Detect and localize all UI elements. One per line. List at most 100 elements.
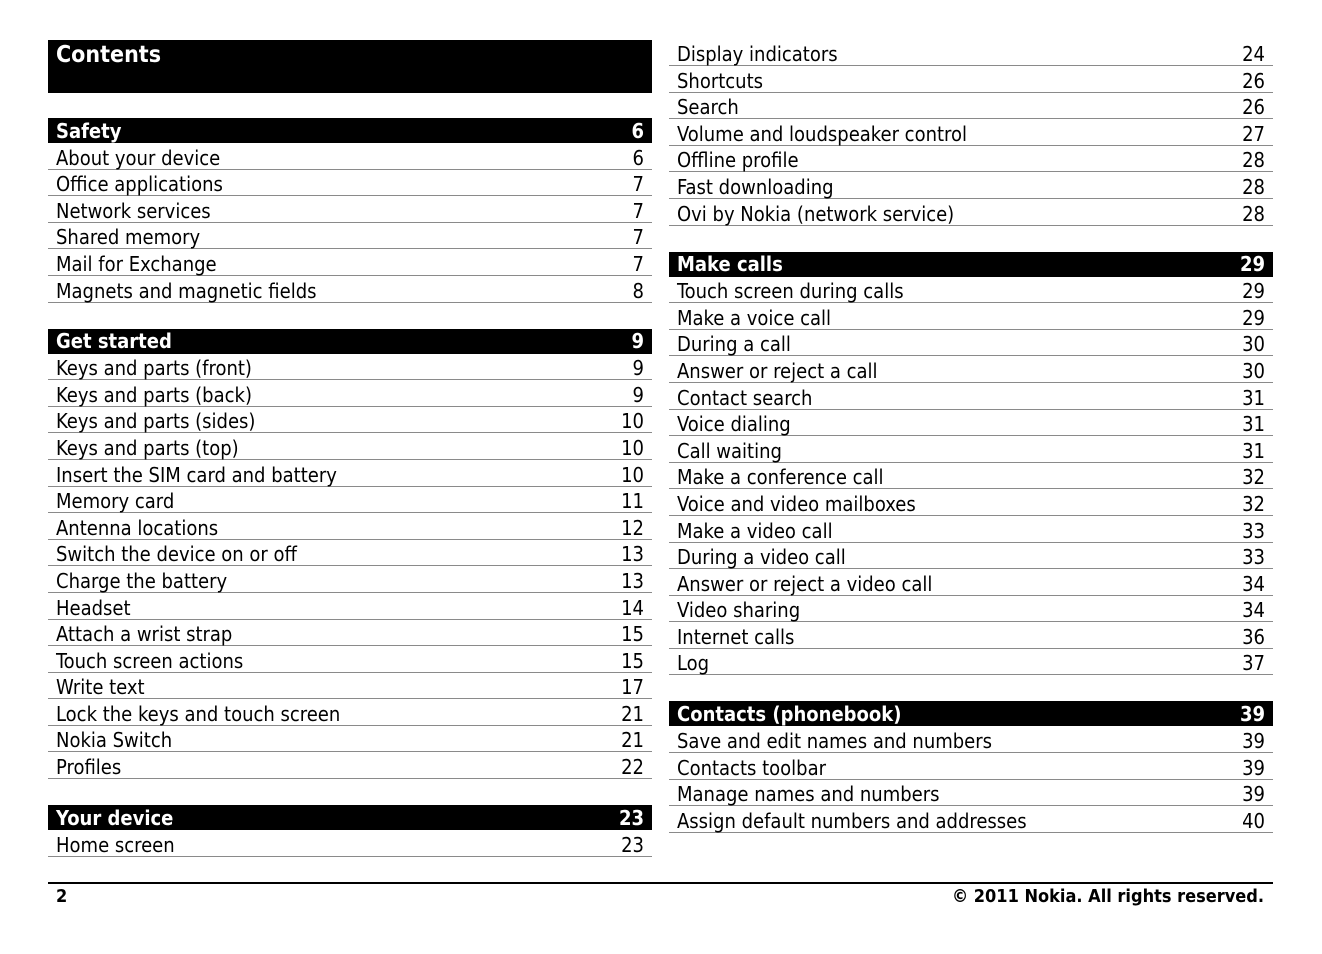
toc-entry-page: 10 (621, 462, 644, 487)
toc-entry-label: Keys and parts (top) (56, 435, 239, 460)
toc-entry[interactable]: Mail for Exchange 7 (48, 249, 652, 276)
toc-entry[interactable]: About your device 6 (48, 143, 652, 170)
section-page: 23 (618, 805, 644, 830)
toc-entry-page: 10 (621, 409, 644, 434)
toc-entry[interactable]: Voice and video mailboxes 32 (669, 489, 1273, 516)
toc-entry[interactable]: Insert the SIM card and battery 10 (48, 460, 652, 487)
toc-entry[interactable]: Save and edit names and numbers 39 (669, 726, 1273, 754)
toc-entry-label: Display indicators (677, 42, 838, 66)
toc-entry-label: Switch the device on or off (56, 542, 297, 567)
toc-entry-label: Call waiting (677, 438, 782, 463)
toc-entry-label: Ovi by Nokia (network service) (677, 201, 955, 226)
toc-entry-page: 21 (621, 728, 644, 753)
toc-entry[interactable]: During a video call 33 (669, 543, 1273, 570)
toc-entry-page: 26 (1242, 95, 1265, 120)
toc-entry-label: Antenna locations (56, 515, 219, 540)
toc-entry[interactable]: Voice dialing 31 (669, 410, 1273, 437)
toc-entry[interactable]: Search 26 (669, 93, 1273, 120)
toc-entry[interactable]: Magnets and magnetic fields 8 (48, 276, 652, 303)
toc-entry[interactable]: Answer or reject a video call 34 (669, 569, 1273, 596)
toc-entry[interactable]: Assign default numbers and addresses 40 (669, 806, 1273, 833)
toc-entry[interactable]: Make a video call 33 (669, 516, 1273, 543)
toc-entry[interactable]: Keys and parts (sides) 10 (48, 407, 652, 434)
toc-entry[interactable]: Volume and loudspeaker control 27 (669, 119, 1273, 146)
toc-entry[interactable]: Write text 17 (48, 673, 652, 700)
toc-entry-page: 39 (1242, 782, 1265, 807)
toc-entry-label: Search (677, 95, 739, 120)
section-title: Make calls (677, 252, 783, 277)
toc-entry[interactable]: Display indicators 24 (669, 40, 1273, 66)
footer-divider (48, 882, 1273, 884)
toc-entry-label: Voice dialing (677, 412, 791, 437)
toc-entry[interactable]: Video sharing 34 (669, 596, 1273, 623)
toc-entry[interactable]: Antenna locations 12 (48, 513, 652, 540)
toc-entry-page: 39 (1242, 729, 1265, 754)
toc-entry-label: Profiles (56, 755, 122, 780)
toc-entry[interactable]: Offline profile 28 (669, 146, 1273, 173)
toc-entry[interactable]: Network services 7 (48, 196, 652, 223)
toc-entry-page: 30 (1242, 332, 1265, 357)
section-heading[interactable]: Get started 9 (48, 328, 652, 354)
toc-entry[interactable]: Make a conference call 32 (669, 463, 1273, 490)
toc-entry-label: Assign default numbers and addresses (677, 808, 1027, 833)
toc-entry-page: 7 (632, 198, 644, 223)
toc-entry-label: Offline profile (677, 148, 799, 173)
section-heading[interactable]: Your device 23 (48, 805, 652, 831)
toc-entry-label: Network services (56, 198, 211, 223)
toc-entry-page: 28 (1242, 148, 1265, 173)
toc-entry[interactable]: Ovi by Nokia (network service) 28 (669, 199, 1273, 226)
toc-entry-label: Make a conference call (677, 465, 884, 490)
toc-entry-label: Answer or reject a call (677, 358, 878, 383)
toc-entry[interactable]: Home screen 23 (48, 830, 652, 857)
toc-entry[interactable]: Answer or reject a call 30 (669, 356, 1273, 383)
toc-entry-label: Make a video call (677, 518, 833, 543)
toc-entry-label: Shortcuts (677, 68, 764, 93)
toc-entry[interactable]: Keys and parts (front) 9 (48, 354, 652, 381)
toc-entry[interactable]: Contact search 31 (669, 383, 1273, 410)
toc-entry[interactable]: Call waiting 31 (669, 436, 1273, 463)
toc-entry[interactable]: Shortcuts 26 (669, 66, 1273, 93)
toc-entry[interactable]: Nokia Switch 21 (48, 726, 652, 753)
toc-entry[interactable]: Keys and parts (back) 9 (48, 380, 652, 407)
toc-entry[interactable]: Contacts toolbar 39 (669, 753, 1273, 780)
toc-entry-label: Touch screen during calls (677, 279, 904, 304)
section-heading[interactable]: Contacts (phonebook) 39 (669, 701, 1273, 727)
toc-entry[interactable]: Headset 14 (48, 593, 652, 620)
toc-entry-label: Save and edit names and numbers (677, 729, 993, 754)
toc-entry[interactable]: Profiles 22 (48, 752, 652, 780)
toc-entry[interactable]: Lock the keys and touch screen 21 (48, 699, 652, 726)
toc-entry[interactable]: Office applications 7 (48, 170, 652, 197)
toc-entry[interactable]: Make a voice call 29 (669, 303, 1273, 330)
section-page: 39 (1239, 701, 1265, 726)
toc-entry[interactable]: Attach a wrist strap 15 (48, 620, 652, 647)
toc-entry[interactable]: Touch screen actions 15 (48, 646, 652, 673)
toc-entry-label: Nokia Switch (56, 728, 173, 753)
toc-entry[interactable]: Keys and parts (top) 10 (48, 433, 652, 460)
toc-entry[interactable]: Charge the battery 13 (48, 566, 652, 593)
toc-entry[interactable]: During a call 30 (669, 330, 1273, 357)
toc-entry-label: Contacts toolbar (677, 755, 826, 780)
section-page: 9 (631, 329, 644, 354)
section-heading[interactable]: Make calls 29 (669, 251, 1273, 277)
toc-entry-page: 7 (632, 172, 644, 197)
toc-entry[interactable]: Shared memory 7 (48, 223, 652, 250)
right-column: Display indicators 24 Shortcuts 26 Search 26 V… (669, 40, 1273, 859)
toc-entry-page: 34 (1242, 571, 1265, 596)
toc-entry[interactable]: Touch screen during calls 29 (669, 277, 1273, 304)
toc-entry-page: 13 (621, 542, 644, 567)
toc-entry-label: Keys and parts (front) (56, 356, 252, 381)
toc-entry[interactable]: Manage names and numbers 39 (669, 780, 1273, 807)
toc-entry[interactable]: Log 37 (669, 649, 1273, 676)
toc-section: Safety 6 About your device 6 Office applicat… (48, 118, 652, 303)
toc-entry[interactable]: Fast downloading 28 (669, 172, 1273, 199)
page-title: Contents (48, 40, 652, 93)
toc-entry[interactable]: Switch the device on or off 13 (48, 540, 652, 567)
toc-entry-page: 6 (632, 145, 644, 170)
toc-entry[interactable]: Internet calls 36 (669, 622, 1273, 649)
toc-entry-label: Insert the SIM card and battery (56, 462, 337, 487)
section-heading[interactable]: Safety 6 (48, 118, 652, 143)
toc-entry-page: 32 (1242, 465, 1265, 490)
toc-entry[interactable]: Memory card 11 (48, 487, 652, 514)
toc-entry-page: 33 (1242, 518, 1265, 543)
toc-entry-page: 9 (632, 382, 644, 407)
